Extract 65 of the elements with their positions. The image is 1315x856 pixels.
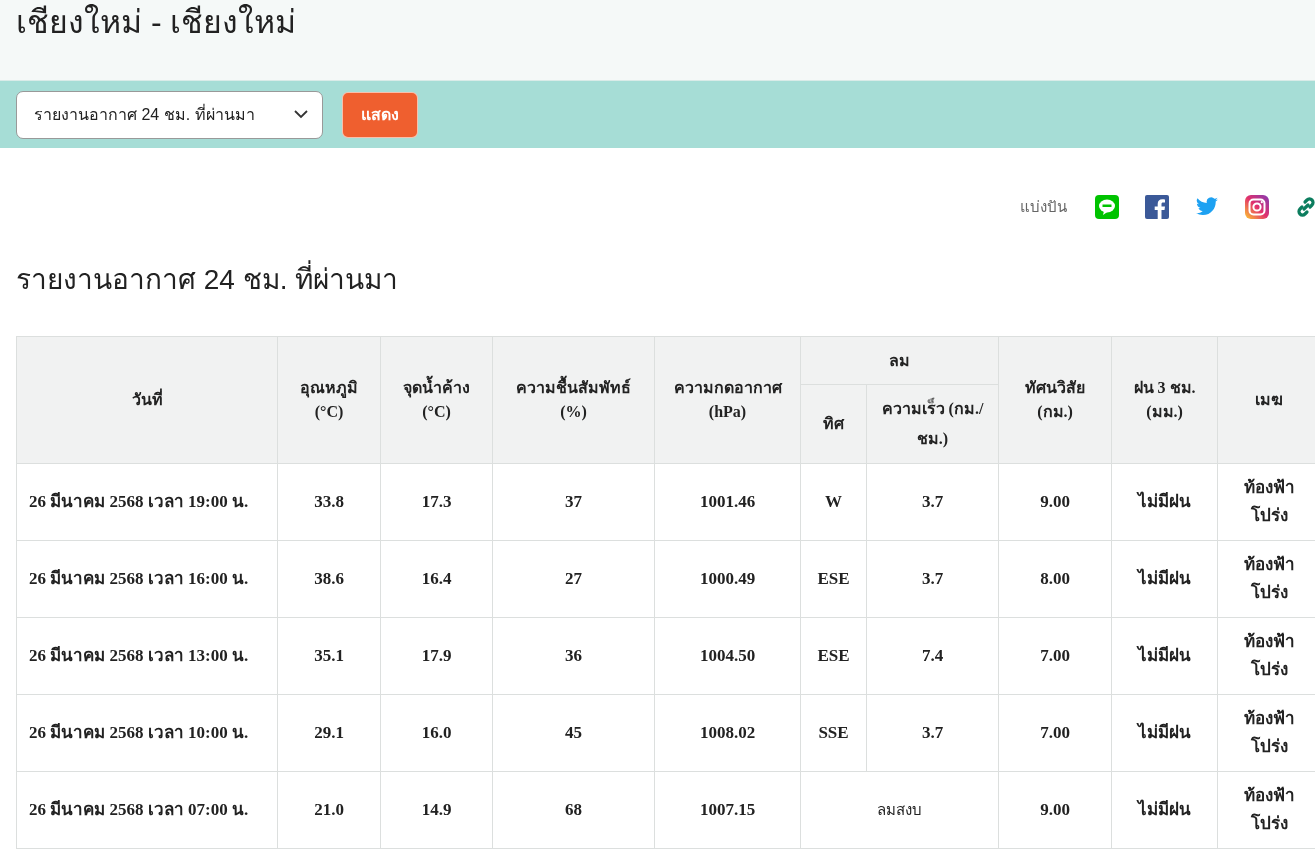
page-title: เชียงใหม่ - เชียงใหม่ [16, 3, 297, 42]
table-cell: 45 [565, 723, 582, 743]
table-cell: W [825, 492, 842, 512]
table-cell: 1007.15 [699, 800, 756, 820]
table-cell: 35.1 [314, 646, 344, 666]
table-cell: ท้องฟ้า โปร่ง [1243, 709, 1295, 756]
table-cell: ท้องฟ้า โปร่ง [1243, 555, 1295, 602]
table-cell: 14.9 [421, 800, 452, 820]
link-icon[interactable] [1295, 196, 1315, 218]
table-cell: 33.8 [314, 492, 344, 512]
table-cell: 17.9 [421, 646, 452, 666]
table-cell: 1001.46 [699, 492, 756, 512]
table-cell: ESE [817, 646, 850, 666]
table-cell: 36 [565, 646, 582, 666]
table-cell: ท้องฟ้า โปร่ง [1243, 632, 1295, 679]
table-cell: 7.00 [1040, 723, 1070, 743]
table-cell: 9.00 [1040, 492, 1070, 512]
camera-icon[interactable] [1245, 195, 1269, 219]
table-cell: 8.00 [1040, 569, 1070, 589]
table-cell: 17.3 [421, 492, 452, 512]
share-label: แบ่งปัน [1020, 197, 1067, 217]
column-header: ฝน 3 ชม. (มม.) [1133, 379, 1196, 420]
bird-icon[interactable] [1195, 197, 1219, 217]
column-header: ทิศ [823, 415, 844, 432]
table-cell: 3.7 [921, 492, 944, 512]
table-cell: 38.6 [314, 569, 344, 589]
table-cell: ไม่มีฝน [1138, 646, 1191, 666]
table-cell: 68 [565, 800, 582, 820]
table-cell: 26 มีนาคม 2568 เวลา 13:00 น. [29, 646, 249, 666]
table-cell: ESE [817, 569, 850, 589]
table-cell: ไม่มีฝน [1138, 800, 1191, 820]
table-cell: ท้องฟ้า โปร่ง [1243, 478, 1295, 525]
table-cell: 26 มีนาคม 2568 เวลา 16:00 น. [29, 569, 249, 589]
column-header: ความกดอากาศ (hPa) [673, 379, 782, 420]
table-cell: 1008.02 [699, 723, 756, 743]
table-cell: ลมสงบ [877, 800, 922, 818]
table-cell: 7.4 [921, 646, 944, 666]
section-title: รายงานอากาศ 24 ชม. ที่ผ่านมา [16, 262, 399, 298]
report-dropdown[interactable]: รายงานอากาศ 24 ชม. ที่ผ่านมา [16, 90, 323, 139]
table-cell: ไม่มีฝน [1138, 492, 1191, 512]
table-cell: 37 [565, 492, 582, 512]
table-cell: 16.0 [421, 723, 452, 743]
table-cell: 9.00 [1040, 800, 1070, 820]
table-cell: 3.7 [921, 723, 944, 743]
facebook-icon[interactable] [1145, 195, 1169, 219]
column-header: ลม [889, 351, 910, 369]
table-cell: ท้องฟ้า โปร่ง [1243, 786, 1295, 833]
table-cell: 7.00 [1040, 646, 1070, 666]
table-cell: 29.1 [314, 723, 344, 743]
table-cell: 27 [565, 569, 582, 589]
table-cell: 26 มีนาคม 2568 เวลา 10:00 น. [29, 723, 249, 743]
table-cell: 1000.49 [699, 569, 756, 589]
column-header: อุณหภูมิ (°C) [300, 379, 358, 420]
table-cell: ไม่มีฝน [1138, 569, 1191, 589]
table-cell: ไม่มีฝน [1138, 723, 1191, 743]
column-header: ทัศนวิสัย (กม.) [1025, 379, 1085, 420]
chevron-down-icon [294, 110, 308, 119]
table-cell: 26 มีนาคม 2568 เวลา 19:00 น. [29, 492, 249, 512]
table-cell: 1004.50 [699, 646, 756, 666]
column-header: เมฆ [1255, 391, 1283, 408]
table-cell: 26 มีนาคม 2568 เวลา 07:00 น. [29, 800, 249, 820]
table-cell: 16.4 [421, 569, 452, 589]
table-cell: 3.7 [921, 569, 944, 589]
table-cell: 21.0 [314, 800, 344, 820]
table-cell: SSE [818, 723, 849, 743]
